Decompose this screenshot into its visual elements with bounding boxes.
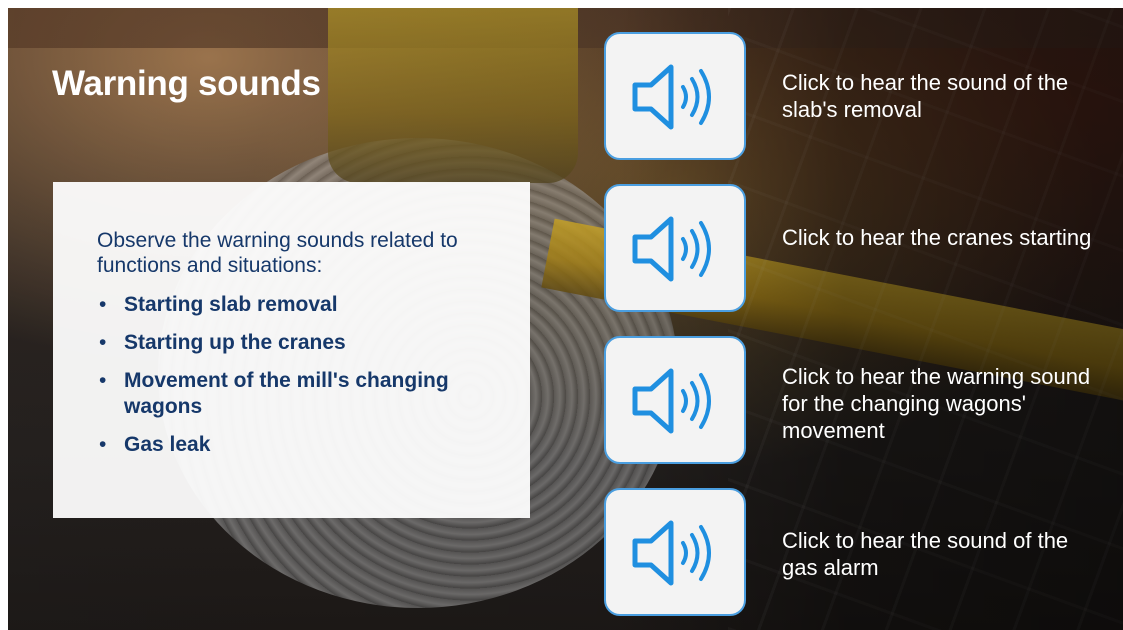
play-slab-removal-sound-button[interactable] (604, 32, 746, 160)
speaker-icon (632, 64, 711, 130)
slide: Warning sounds Observe the warning sound… (8, 8, 1123, 630)
gas-alarm-sound-label: Click to hear the sound of the gas alarm (782, 528, 1069, 580)
bullet-icon: • (99, 293, 107, 316)
info-box: Observe the warning sounds related to fu… (53, 182, 530, 518)
speaker-icon (632, 520, 711, 586)
speaker-icon (632, 216, 711, 282)
list-item: • Starting slab removal (97, 292, 507, 318)
speaker-icon (632, 368, 711, 434)
bullet-icon: • (99, 331, 107, 354)
bullet-icon: • (99, 433, 107, 456)
list-item-label: Starting up the cranes (124, 331, 346, 354)
list-item-label: Movement of the mill's changing wagons (124, 369, 449, 418)
slab-removal-sound-label: Click to hear the sound of the slab's re… (782, 70, 1069, 122)
play-cranes-starting-sound-button[interactable] (604, 184, 746, 312)
bullet-icon: • (99, 369, 107, 392)
cranes-starting-sound-label: Click to hear the cranes starting (782, 225, 1092, 250)
play-changing-wagons-sound-button[interactable] (604, 336, 746, 464)
list-item: • Gas leak (97, 432, 507, 458)
list-item: • Starting up the cranes (97, 330, 507, 356)
list-item-label: Gas leak (124, 433, 211, 456)
bullet-list: • Starting slab removal • Starting up th… (97, 292, 507, 470)
changing-wagons-sound-label: Click to hear the warning sound for the … (782, 364, 1091, 443)
list-item: • Movement of the mill's changing wagons (97, 368, 507, 420)
intro-text: Observe the warning sounds related to fu… (97, 229, 458, 277)
play-gas-alarm-sound-button[interactable] (604, 488, 746, 616)
list-item-label: Starting slab removal (124, 293, 338, 316)
page-title: Warning sounds (52, 64, 321, 103)
